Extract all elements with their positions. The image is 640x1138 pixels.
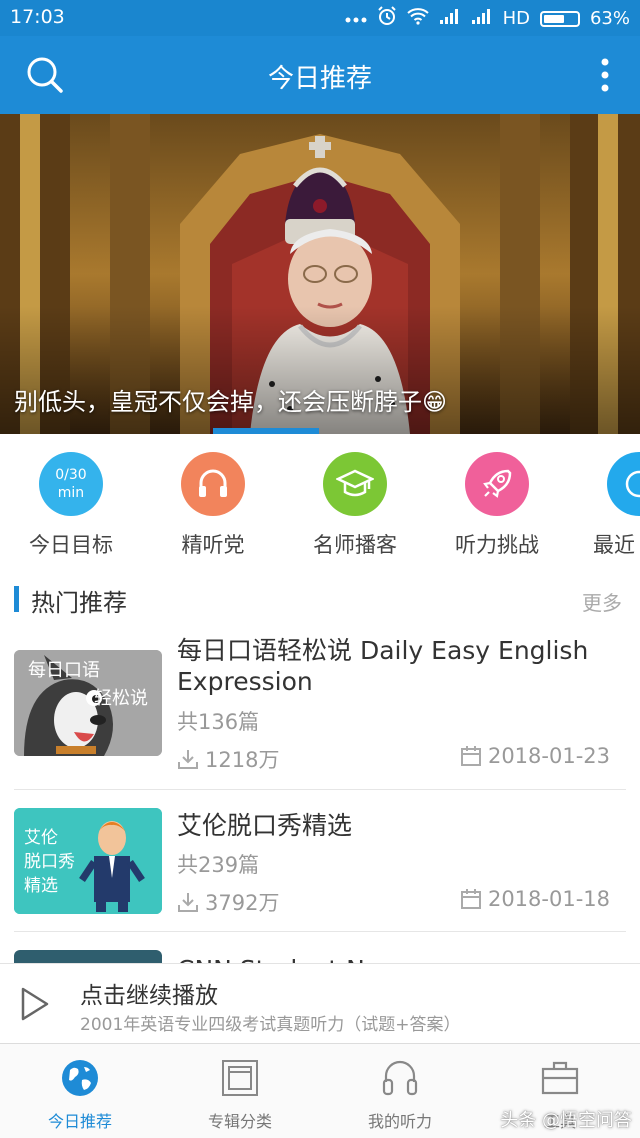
download-icon xyxy=(178,893,198,912)
watermark: 头条 @悟空问答 xyxy=(500,1110,632,1131)
tab-today-recommend[interactable]: 今日推荐 xyxy=(0,1058,160,1132)
status-bar: 17:03 HD 63% xyxy=(0,0,640,36)
cover-text-2: 轻松说 xyxy=(94,688,148,709)
episode-count: 共136篇 xyxy=(177,710,260,734)
album-cover: 每日口语 轻松说 xyxy=(14,650,162,756)
page-title: 今日推荐 xyxy=(267,64,372,94)
status-time: 17:03 xyxy=(10,6,65,28)
app-bar: 今日推荐 xyxy=(0,36,640,114)
bottom-tab-bar: 今日推荐 专辑分类 我的听力 工具 头条 @悟空问答 xyxy=(0,1043,640,1138)
play-count: 3792万 xyxy=(177,887,279,917)
update-date: 2018-01-23 xyxy=(460,744,610,768)
calendar-icon xyxy=(460,889,481,909)
banner-carousel[interactable]: 别低头，皇冠不仅会掉，还会压断脖子😁 xyxy=(0,114,640,434)
network-type: HD xyxy=(502,8,530,29)
cover-text-1: 每日口语 xyxy=(28,660,100,681)
list-item[interactable]: 艾伦 脱口秀 精选 艾伦脱口秀精选 共239篇 3792万 2018-01-18 xyxy=(0,790,640,932)
rocket-icon xyxy=(465,452,529,516)
album-icon xyxy=(220,1058,260,1098)
dots-icon xyxy=(345,8,367,29)
play-count-value: 1218万 xyxy=(205,748,280,772)
album-cover: 艾伦 脱口秀 精选 xyxy=(14,808,162,914)
episode-count: 共239篇 xyxy=(177,853,260,877)
hot-recommend-header: 热门推荐 更多 xyxy=(0,578,640,622)
more-link[interactable]: 更多 xyxy=(582,587,622,616)
goal-progress: 0/30 xyxy=(55,467,87,483)
tab-album-category[interactable]: 专辑分类 xyxy=(160,1058,320,1132)
battery-icon xyxy=(539,10,580,27)
player-title: 点击继续播放 xyxy=(80,983,218,1009)
clock-icon xyxy=(607,452,640,516)
play-count-value: 3792万 xyxy=(205,891,280,915)
player-subtitle: 2001年英语专业四级考试真题听力（试题+答案） xyxy=(80,1015,461,1035)
globe-icon xyxy=(60,1058,100,1098)
cover-text: 艾伦 脱口秀 精选 xyxy=(24,826,75,898)
quick-entry-label: 听力挑战 xyxy=(455,533,539,557)
quick-entry-label: 名师播客 xyxy=(313,533,397,557)
quick-entry-daily-goal[interactable]: 0/30 min 今日目标 xyxy=(16,452,126,559)
play-icon[interactable] xyxy=(20,986,50,1022)
quick-entry-label: 精听党 xyxy=(181,533,245,557)
quick-entry-recent[interactable]: 最近 xyxy=(584,452,640,559)
section-title: 热门推荐 xyxy=(31,589,127,617)
update-date: 2018-01-18 xyxy=(460,887,610,911)
cover-text-1: 艾伦 xyxy=(24,828,58,848)
section-accent-bar xyxy=(14,586,19,612)
download-icon xyxy=(178,750,198,769)
signal-icon-1 xyxy=(439,7,461,30)
banner-caption: 别低头，皇冠不仅会掉，还会压断脖子😁 xyxy=(14,388,448,416)
signal-icon-2 xyxy=(471,7,493,30)
battery-percent: 63% xyxy=(589,8,630,29)
quick-entry-teacher-podcast[interactable]: 名师播客 xyxy=(300,452,410,559)
graduation-cap-icon xyxy=(323,452,387,516)
alarm-icon xyxy=(377,6,397,31)
cover-text-2: 脱口秀 xyxy=(24,852,75,872)
app-screen: 17:03 HD 63% 今日推荐 别低头，皇冠不仅会掉，还会压断脖子😁 0/3… xyxy=(0,0,640,1138)
calendar-icon xyxy=(460,746,481,766)
headphones-icon xyxy=(380,1058,420,1098)
more-vertical-icon[interactable] xyxy=(600,58,610,92)
quick-entry-intensive-listening[interactable]: 精听党 xyxy=(158,452,268,559)
quick-entry-label: 最近 xyxy=(593,533,635,557)
wifi-icon xyxy=(406,7,429,30)
mini-player[interactable]: 点击继续播放 2001年英语专业四级考试真题听力（试题+答案） xyxy=(0,963,640,1043)
status-icons: HD 63% xyxy=(345,6,630,31)
update-date-value: 2018-01-18 xyxy=(487,887,610,911)
tab-label: 专辑分类 xyxy=(207,1112,272,1131)
toolbox-icon xyxy=(540,1058,580,1098)
album-title: 每日口语轻松说 Daily Easy English Expression xyxy=(177,636,589,696)
tab-label: 我的听力 xyxy=(367,1112,432,1131)
tab-my-listening[interactable]: 我的听力 xyxy=(320,1058,480,1132)
goal-unit: min xyxy=(57,485,85,501)
tab-label: 今日推荐 xyxy=(47,1112,112,1131)
album-title: 艾伦脱口秀精选 xyxy=(177,811,353,840)
list-item[interactable]: 每日口语 轻松说 每日口语轻松说 Daily Easy English Expr… xyxy=(0,630,640,790)
update-date-value: 2018-01-23 xyxy=(487,744,610,768)
cover-text-3: 精选 xyxy=(24,876,58,896)
goal-progress-icon: 0/30 min xyxy=(39,452,103,516)
quick-entries: 0/30 min 今日目标 精听党 名师播客 听力挑战 最近 xyxy=(0,434,640,572)
play-count: 1218万 xyxy=(177,744,279,774)
quick-entry-label: 今日目标 xyxy=(29,533,113,557)
quick-entry-listening-challenge[interactable]: 听力挑战 xyxy=(442,452,552,559)
headphones-icon xyxy=(181,452,245,516)
